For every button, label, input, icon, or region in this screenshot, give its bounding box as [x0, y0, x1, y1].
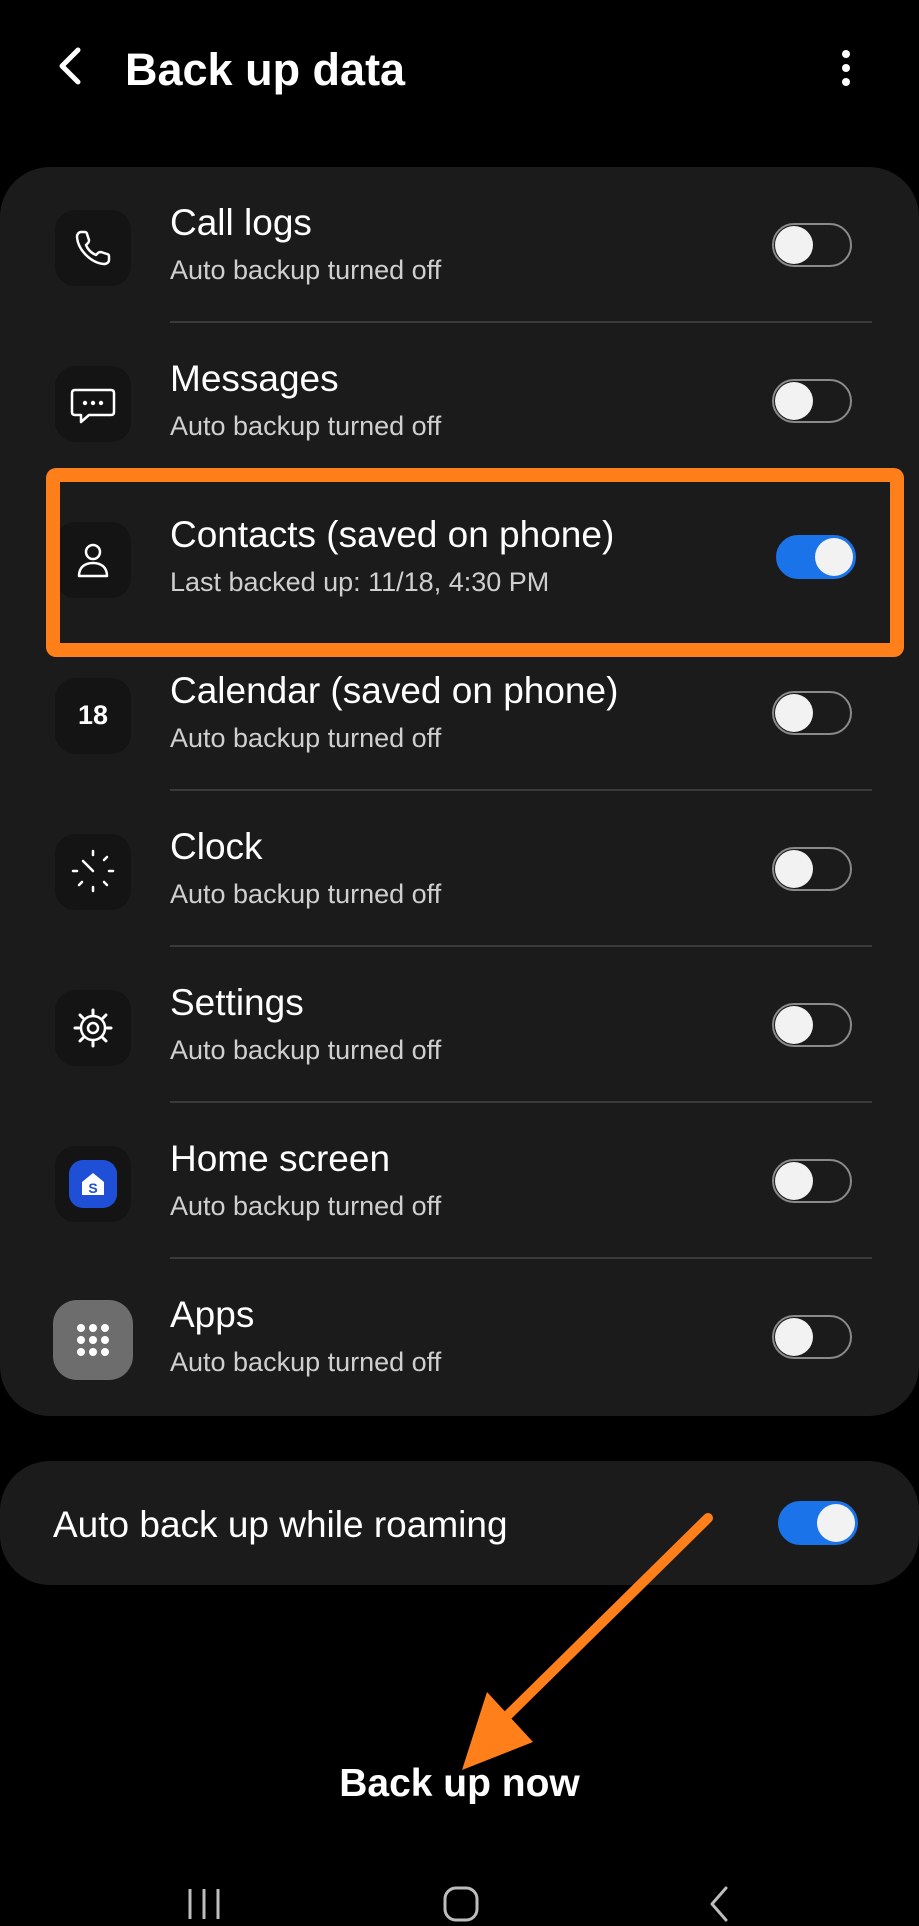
annotation-arrow-icon [462, 1513, 713, 1770]
home-icon[interactable] [441, 1884, 481, 1924]
nav-back-icon[interactable] [704, 1884, 736, 1924]
back-up-now-button[interactable]: Back up now [0, 1762, 919, 1806]
recent-apps-icon[interactable] [184, 1886, 224, 1922]
system-nav-bar [0, 1876, 919, 1926]
